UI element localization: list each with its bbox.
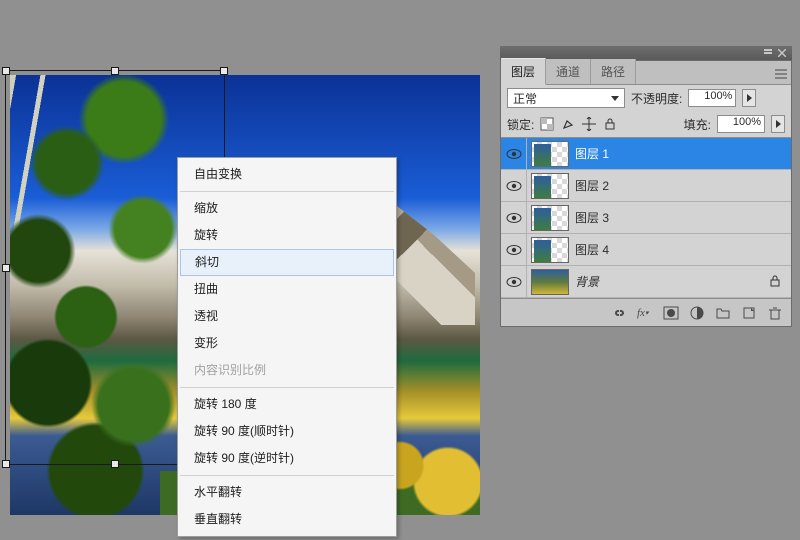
layer-row[interactable]: 图层 2 [501, 170, 791, 202]
fill-label: 填充: [684, 116, 711, 133]
transform-handle-bl[interactable] [2, 460, 10, 468]
eye-icon [506, 276, 522, 288]
context-menu-separator [180, 191, 394, 192]
eye-icon [506, 244, 522, 256]
eye-icon [506, 180, 522, 192]
link-layers-icon[interactable] [611, 305, 627, 321]
layer-name[interactable]: 背景 [575, 273, 769, 290]
lock-label: 锁定: [507, 116, 534, 133]
layer-thumbnail[interactable] [531, 237, 569, 263]
context-menu-separator [180, 387, 394, 388]
close-icon[interactable] [778, 49, 786, 57]
context-menu-item[interactable]: 变形 [178, 330, 396, 357]
context-menu-item: 内容识别比例 [178, 357, 396, 384]
chevron-down-icon [611, 96, 619, 101]
panel-menu-button[interactable] [771, 64, 791, 84]
visibility-toggle[interactable] [501, 170, 527, 201]
visibility-toggle[interactable] [501, 138, 527, 169]
layer-row[interactable]: 图层 4 [501, 234, 791, 266]
tab-paths[interactable]: 路径 [591, 59, 636, 84]
fx-icon[interactable]: fx▾ [637, 305, 653, 321]
context-menu-item[interactable]: 水平翻转 [178, 479, 396, 506]
context-menu-item[interactable]: 旋转 [178, 222, 396, 249]
blend-mode-select[interactable]: 正常 [507, 88, 625, 108]
visibility-toggle[interactable] [501, 266, 527, 297]
context-menu-item[interactable]: 斜切 [180, 249, 394, 276]
tab-layers[interactable]: 图层 [501, 58, 546, 85]
layer-name[interactable]: 图层 4 [575, 241, 783, 258]
context-menu-item[interactable]: 透视 [178, 303, 396, 330]
layer-thumbnail[interactable] [531, 269, 569, 295]
layer-name[interactable]: 图层 2 [575, 177, 783, 194]
mask-icon[interactable] [663, 305, 679, 321]
panel-tabbar: 图层通道路径 [501, 61, 791, 85]
transform-context-menu: 自由变换缩放旋转斜切扭曲透视变形内容识别比例旋转 180 度旋转 90 度(顺时… [177, 157, 397, 537]
eye-icon [506, 148, 522, 160]
transform-handle-tr[interactable] [220, 67, 228, 75]
context-menu-item[interactable]: 自由变换 [178, 161, 396, 188]
layer-name[interactable]: 图层 3 [575, 209, 783, 226]
visibility-toggle[interactable] [501, 234, 527, 265]
group-icon[interactable] [715, 305, 731, 321]
context-menu-item[interactable]: 旋转 90 度(顺时针) [178, 418, 396, 445]
context-menu-item[interactable]: 扭曲 [178, 276, 396, 303]
panel-footer: fx▾ [501, 298, 791, 326]
layer-thumbnail[interactable] [531, 141, 569, 167]
layer-row[interactable]: 图层 3 [501, 202, 791, 234]
layer-list: 图层 1 图层 2 图层 3 图层 4 背景 [501, 137, 791, 298]
visibility-toggle[interactable] [501, 202, 527, 233]
collapse-icon[interactable] [764, 49, 772, 57]
fill-input[interactable]: 100% [717, 115, 765, 133]
eye-icon [506, 212, 522, 224]
transform-handle-tc[interactable] [111, 67, 119, 75]
opacity-stepper[interactable] [742, 89, 756, 107]
trash-icon[interactable] [767, 305, 783, 321]
lock-transparent-icon[interactable] [540, 117, 554, 131]
lock-icon [769, 275, 783, 289]
adjustment-layer-icon[interactable] [689, 305, 705, 321]
blend-mode-value: 正常 [513, 90, 537, 107]
lock-position-icon[interactable] [582, 117, 596, 131]
context-menu-separator [180, 475, 394, 476]
fill-stepper[interactable] [771, 115, 785, 133]
new-layer-icon[interactable] [741, 305, 757, 321]
transform-handle-ml[interactable] [2, 264, 10, 272]
context-menu-item[interactable]: 缩放 [178, 195, 396, 222]
transform-handle-tl[interactable] [2, 67, 10, 75]
opacity-label: 不透明度: [631, 90, 682, 107]
layer-name[interactable]: 图层 1 [575, 145, 783, 162]
layer-thumbnail[interactable] [531, 173, 569, 199]
context-menu-item[interactable]: 旋转 90 度(逆时针) [178, 445, 396, 472]
layer-thumbnail[interactable] [531, 205, 569, 231]
lock-all-icon[interactable] [603, 117, 617, 131]
lock-pixels-icon[interactable] [561, 117, 575, 131]
context-menu-item[interactable]: 旋转 180 度 [178, 391, 396, 418]
lock-icon-group [540, 117, 617, 131]
tab-channels[interactable]: 通道 [546, 59, 591, 84]
opacity-input[interactable]: 100% [688, 89, 736, 107]
layer-row[interactable]: 背景 [501, 266, 791, 298]
context-menu-item[interactable]: 垂直翻转 [178, 506, 396, 533]
layers-panel: 图层通道路径 正常 不透明度: 100% 锁定: 填充: 100% [500, 46, 792, 327]
layer-row[interactable]: 图层 1 [501, 138, 791, 170]
